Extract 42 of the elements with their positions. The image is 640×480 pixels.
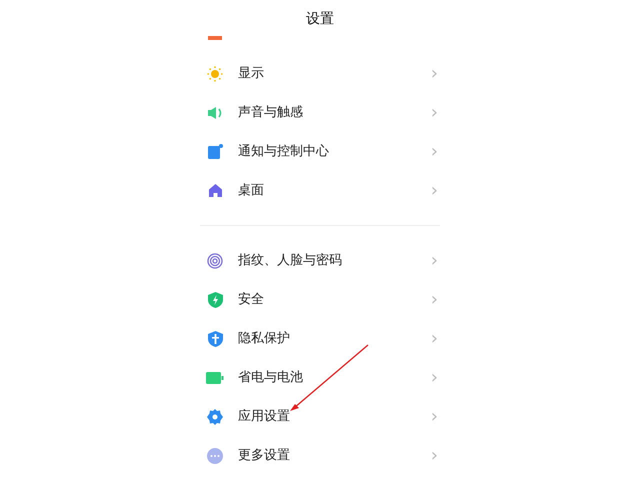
page-title: 设置	[306, 10, 334, 29]
speaker-icon	[207, 106, 223, 120]
settings-item[interactable]: 显示 ›	[200, 54, 440, 93]
chevron: ›	[430, 408, 438, 426]
item-label: 桌面	[238, 182, 265, 200]
battery-icon	[206, 372, 224, 384]
chevron: ›	[430, 368, 438, 386]
settings-item[interactable]: 声音与触感 ›	[200, 93, 440, 132]
settings-item[interactable]: 隐私保护 ›	[200, 319, 440, 358]
chevron: ›	[430, 330, 438, 348]
settings-item[interactable]: 安全 ›	[200, 280, 440, 319]
item-label: 显示	[238, 64, 265, 83]
chevron: ›	[430, 104, 438, 122]
item-label: 省电与电池	[238, 368, 304, 387]
chevron: ›	[430, 64, 438, 82]
settings-item[interactable]: 省电与电池 ›	[200, 358, 440, 397]
item-label: 更多设置	[238, 446, 291, 465]
settings-item[interactable]: 桌面 ›	[200, 171, 440, 210]
chevron: ›	[430, 446, 438, 464]
more-icon	[207, 448, 223, 464]
home-icon	[208, 183, 222, 198]
settings-item[interactable]: 更多设置 ›	[200, 436, 440, 475]
chevron: ›	[430, 142, 438, 160]
settings-item[interactable]: 指纹、人脸与密码 ›	[200, 241, 440, 280]
item-label: 指纹、人脸与密码	[238, 252, 343, 270]
settings-item[interactable]: 通知与控制中心 ›	[200, 132, 440, 171]
item-label: 应用设置	[238, 408, 291, 426]
item-label: 声音与触感	[238, 104, 304, 122]
chevron: ›	[430, 182, 438, 200]
item-label: 隐私保护	[238, 330, 291, 348]
chevron: ›	[430, 252, 438, 270]
partial-icon	[208, 36, 222, 40]
sun-icon	[207, 66, 223, 82]
item-label: 安全	[238, 290, 265, 309]
settings-item[interactable]: 应用设置 ›	[200, 397, 440, 436]
gear-icon	[207, 408, 223, 424]
shield-icon	[208, 292, 222, 308]
chevron: ›	[430, 290, 438, 308]
item-label: 通知与控制中心	[238, 142, 330, 161]
notification-icon	[208, 144, 222, 159]
shield-icon	[208, 330, 222, 346]
fingerprint-icon	[207, 252, 223, 268]
